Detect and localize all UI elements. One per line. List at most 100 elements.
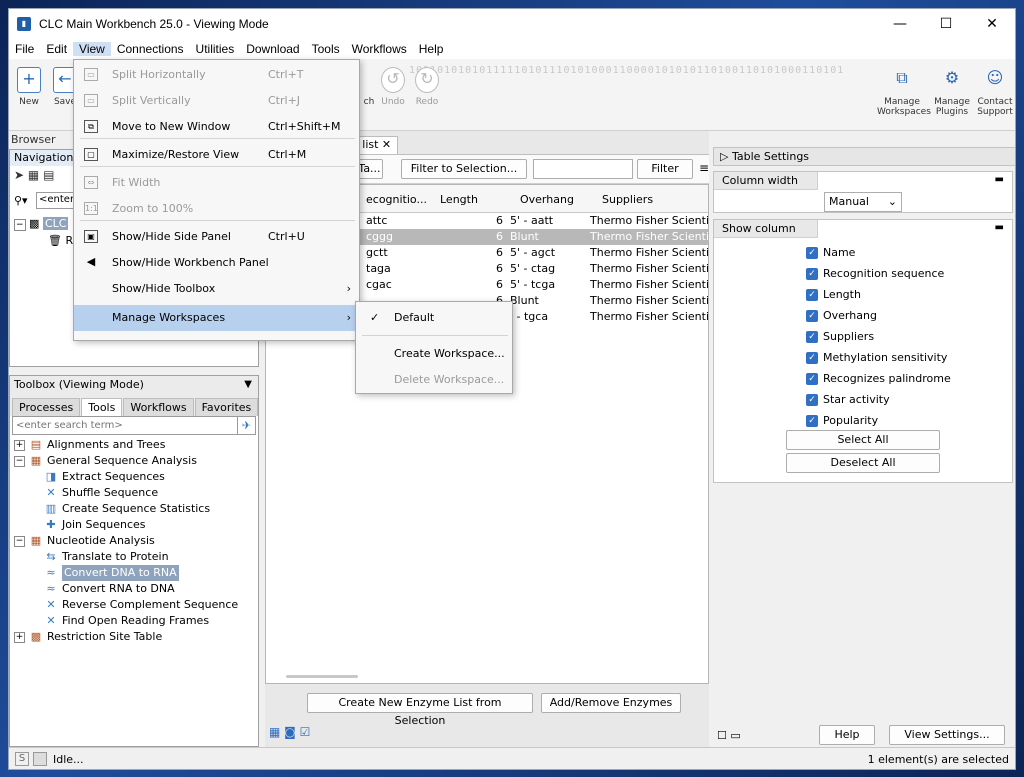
expand-icon[interactable]: +: [14, 631, 25, 643]
checkbox-icon[interactable]: ✓: [806, 309, 818, 322]
tree-item[interactable]: ✕ Find Open Reading Frames: [14, 613, 254, 629]
show-column-checkbox[interactable]: ✓ Methylation sensitivity: [806, 351, 947, 364]
menu-item[interactable]: ▢ Maximize/Restore View Ctrl+M: [74, 143, 359, 167]
tree-item[interactable]: − ▦ Nucleotide Analysis: [14, 533, 254, 549]
tree-item[interactable]: + ▤ Alignments and Trees: [14, 437, 254, 453]
horizontal-scrollbar[interactable]: [286, 675, 358, 678]
minimize-button[interactable]: —: [877, 9, 923, 39]
menu-item[interactable]: ⧉ Move to New Window Ctrl+Shift+M: [74, 115, 359, 139]
menu-utilities[interactable]: Utilities: [190, 42, 241, 56]
column-suppliers[interactable]: Suppliers: [602, 193, 653, 206]
menu-item[interactable]: ▭ Split Vertically Ctrl+J: [74, 89, 359, 113]
manage-workspaces-button[interactable]: ⧉ Manage Workspaces: [877, 67, 931, 117]
deselect-all-button[interactable]: Deselect All: [786, 453, 940, 473]
tree-item[interactable]: ≈ Convert RNA to DNA: [14, 581, 254, 597]
filter-to-selection-button[interactable]: Filter to Selection...: [401, 159, 527, 179]
tab-close-icon[interactable]: ✕: [382, 138, 391, 151]
tree-item[interactable]: ≈ Convert DNA to RNA: [14, 565, 254, 581]
show-column-checkbox[interactable]: ✓ Suppliers: [806, 330, 874, 343]
column-overhang[interactable]: Overhang: [520, 193, 574, 206]
checkbox-icon[interactable]: ✓: [806, 246, 818, 259]
show-column-checkbox[interactable]: ✓ Star activity: [806, 393, 890, 406]
manage-plugins-button[interactable]: ⚙ Manage Plugins: [929, 67, 975, 117]
tab-processes[interactable]: Processes: [12, 398, 81, 416]
column-width-select[interactable]: Manual ⌄: [824, 192, 902, 212]
folder-icon[interactable]: ☐ ▭: [717, 729, 741, 742]
menu-item[interactable]: ◀ Show/Hide Workbench Panel: [74, 251, 359, 275]
checkbox-icon[interactable]: ✓: [806, 288, 818, 301]
open-folder-icon[interactable]: ▤: [43, 168, 54, 182]
redo-button[interactable]: ↻ Redo: [407, 67, 447, 107]
menu-item[interactable]: 1:1 Zoom to 100%: [74, 197, 359, 221]
menu-edit[interactable]: Edit: [40, 42, 73, 56]
submenu-item[interactable]: Delete Workspace...: [356, 368, 512, 392]
column-length[interactable]: Length: [440, 193, 478, 206]
filter-button[interactable]: Filter: [637, 159, 693, 179]
tree-item[interactable]: ✕ Reverse Complement Sequence: [14, 597, 254, 613]
show-column-checkbox[interactable]: ✓ Name: [806, 246, 855, 259]
checkbox-icon[interactable]: ✓: [806, 330, 818, 343]
collapse-icon[interactable]: ▬: [995, 174, 1004, 185]
tab-workflows[interactable]: Workflows: [123, 398, 194, 416]
menu-item[interactable]: ⇔ Fit Width: [74, 171, 359, 195]
menu-item[interactable]: Manage Workspaces ›: [74, 305, 359, 331]
tab-tools[interactable]: Tools: [81, 398, 123, 416]
checkbox-icon[interactable]: ✓: [806, 393, 818, 406]
expand-icon[interactable]: −: [14, 455, 25, 467]
select-all-button[interactable]: Select All: [786, 430, 940, 450]
checkbox-icon[interactable]: ✓: [806, 351, 818, 364]
menu-connections[interactable]: Connections: [111, 42, 190, 56]
launch-icon[interactable]: ✈: [238, 416, 256, 435]
expand-icon[interactable]: −: [14, 535, 25, 547]
tree-item[interactable]: − ▦ General Sequence Analysis: [14, 453, 254, 469]
tree-item[interactable]: + ▩ Restriction Site Table: [14, 629, 254, 645]
help-button[interactable]: Help: [819, 725, 875, 745]
menu-tools[interactable]: Tools: [306, 42, 346, 56]
history-icon[interactable]: ◙: [284, 725, 296, 739]
create-enzyme-list-button[interactable]: Create New Enzyme List from Selection: [307, 693, 533, 727]
table-view-icon[interactable]: ▦: [269, 725, 280, 739]
pointer-icon[interactable]: ➤: [14, 168, 24, 182]
close-button[interactable]: ✕: [969, 9, 1015, 39]
tree-item[interactable]: ✕ Shuffle Sequence: [14, 485, 254, 501]
maximize-button[interactable]: ☐: [923, 9, 969, 39]
table-button[interactable]: Ta...: [357, 159, 383, 179]
submenu-item[interactable]: Create Workspace...: [356, 342, 512, 366]
show-column-checkbox[interactable]: ✓ Popularity: [806, 414, 878, 427]
menu-item[interactable]: Show/Hide Toolbox ›: [74, 277, 359, 301]
view-settings-button[interactable]: View Settings...: [889, 725, 1005, 745]
checkbox-icon[interactable]: ✓: [806, 414, 818, 427]
add-folder-icon[interactable]: ▦: [28, 168, 39, 182]
show-column-checkbox[interactable]: ✓ Recognizes palindrome: [806, 372, 951, 385]
submenu-item[interactable]: ✓ Default: [356, 306, 512, 330]
menu-view[interactable]: View: [73, 42, 111, 56]
column-recognition[interactable]: ecognitio...: [366, 193, 427, 206]
new-button[interactable]: + New: [9, 67, 49, 107]
menu-file[interactable]: File: [9, 42, 40, 56]
menu-item[interactable]: ▣ Show/Hide Side Panel Ctrl+U: [74, 225, 359, 249]
menu-item[interactable]: ▭ Split Horizontally Ctrl+T: [74, 63, 359, 87]
toolbox-menu-icon[interactable]: ▼: [244, 379, 252, 390]
table-settings-header[interactable]: ▷ Table Settings: [713, 147, 1015, 166]
add-remove-enzymes-button[interactable]: Add/Remove Enzymes: [541, 693, 681, 713]
tab-favorites[interactable]: Favorites: [194, 398, 259, 416]
table-options-icon[interactable]: ≡: [699, 161, 709, 175]
checkbox-icon[interactable]: ✓: [806, 372, 818, 385]
expand-icon[interactable]: +: [14, 439, 25, 451]
filter-input[interactable]: [533, 159, 633, 179]
validate-icon[interactable]: ☑: [300, 725, 311, 739]
tree-item[interactable]: ⇆ Translate to Protein: [14, 549, 254, 565]
menu-workflows[interactable]: Workflows: [346, 42, 413, 56]
collapse-icon[interactable]: ▬: [995, 222, 1004, 233]
show-column-checkbox[interactable]: ✓ Overhang: [806, 309, 877, 322]
toolbox-search-input[interactable]: [12, 416, 238, 435]
nav-root-item[interactable]: − ▩ CLC: [14, 216, 73, 233]
show-column-checkbox[interactable]: ✓ Length: [806, 288, 861, 301]
tree-item[interactable]: ✚ Join Sequences: [14, 517, 254, 533]
show-column-checkbox[interactable]: ✓ Recognition sequence: [806, 267, 944, 280]
contact-support-button[interactable]: ☺ Contact Support: [973, 67, 1015, 117]
tree-item[interactable]: ◨ Extract Sequences: [14, 469, 254, 485]
checkbox-icon[interactable]: ✓: [806, 267, 818, 280]
nav-child-item[interactable]: 🗑 R: [14, 233, 73, 249]
tree-item[interactable]: ▥ Create Sequence Statistics: [14, 501, 254, 517]
